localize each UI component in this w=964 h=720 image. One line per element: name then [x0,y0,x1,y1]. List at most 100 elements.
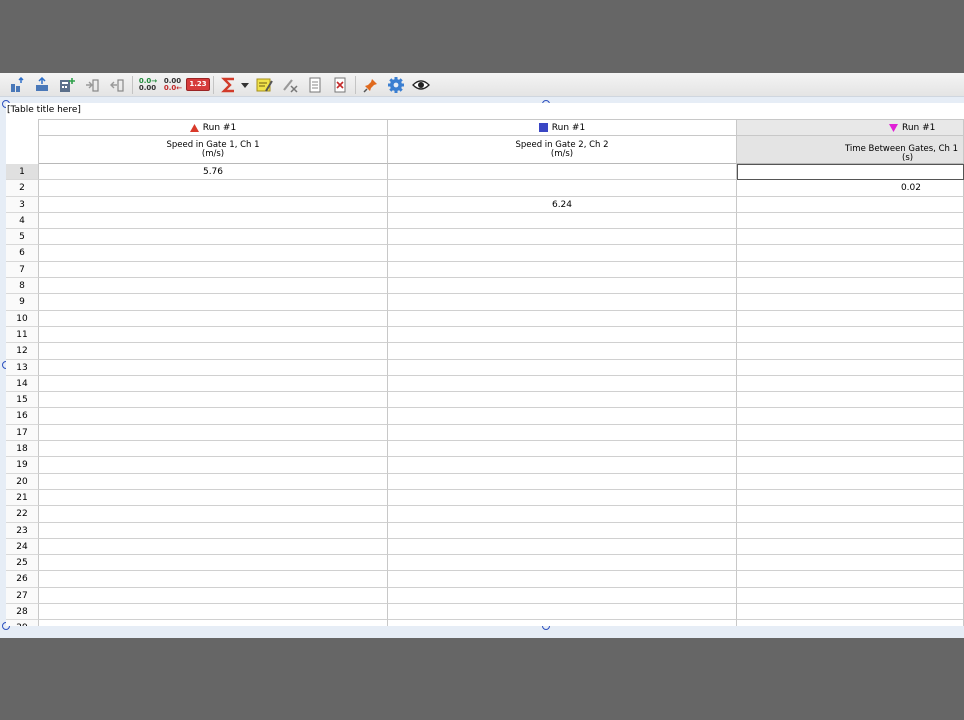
table-cell[interactable] [39,538,388,556]
table-cell[interactable] [39,506,388,523]
add-calculated-column-icon[interactable] [56,74,78,96]
row-number[interactable]: 3 [6,196,39,213]
table-cell[interactable] [39,424,388,442]
table-cell[interactable] [39,212,388,230]
table-cell[interactable] [737,278,964,295]
table-cell[interactable] [388,489,737,507]
table-cell[interactable] [388,359,737,376]
table-cell[interactable] [737,522,964,539]
row-number[interactable]: 21 [6,489,39,507]
table-cell[interactable] [39,294,388,311]
table-cell[interactable] [737,343,964,360]
table-cell[interactable] [737,457,964,474]
row-number[interactable]: 9 [6,294,39,311]
statistics-dropdown-icon[interactable] [239,74,251,96]
table-cell[interactable] [388,180,737,197]
row-number[interactable]: 27 [6,587,39,605]
decrease-decimals-icon[interactable]: 0.00 0.0← [162,74,184,96]
statistics-sigma-icon[interactable] [218,74,240,96]
table-cell[interactable] [39,473,388,490]
table-cell[interactable] [39,604,388,621]
table-cell[interactable] [737,212,964,230]
table-cell[interactable] [737,359,964,376]
table-cell[interactable] [737,375,964,393]
table-cell[interactable] [39,359,388,376]
data-table[interactable]: [Table title here] Run #1 Run #1 Run #1 [6,103,964,626]
table-cell[interactable] [388,375,737,393]
row-number[interactable]: 24 [6,538,39,556]
row-number[interactable]: 16 [6,408,39,425]
table-cell[interactable] [737,326,964,344]
row-number[interactable]: 8 [6,278,39,295]
table-cell[interactable] [388,538,737,556]
table-cell[interactable] [388,473,737,490]
row-number[interactable]: 25 [6,555,39,572]
row-number[interactable]: 7 [6,261,39,279]
row-number[interactable]: 22 [6,506,39,523]
table-cell[interactable] [39,343,388,360]
table-cell[interactable] [388,310,737,327]
table-cell[interactable] [388,604,737,621]
table-cell[interactable] [388,587,737,605]
table-cell[interactable] [388,278,737,295]
table-cell[interactable] [39,620,388,626]
table-cell[interactable] [39,457,388,474]
delete-rows-icon[interactable] [329,74,351,96]
table-cell[interactable] [39,441,388,458]
table-cell[interactable] [737,555,964,572]
table-cell[interactable] [737,489,964,507]
row-number[interactable]: 6 [6,245,39,262]
row-number[interactable]: 20 [6,473,39,490]
table-cell[interactable] [737,538,964,556]
table-cell[interactable] [39,587,388,605]
table-cell[interactable] [737,587,964,605]
row-number[interactable]: 12 [6,343,39,360]
annotate-icon[interactable] [254,74,276,96]
table-cell[interactable] [388,212,737,230]
table-cell[interactable] [388,424,737,442]
table-cell[interactable] [39,489,388,507]
table-cell[interactable] [39,229,388,246]
settings-gear-icon[interactable] [385,74,407,96]
increase-decimals-icon[interactable]: 0.0→ 0.00 [137,74,159,96]
table-cell[interactable] [737,424,964,442]
table-cell[interactable] [737,245,964,262]
insert-blank-icon[interactable] [304,74,326,96]
table-cell[interactable] [737,604,964,621]
table-cell[interactable] [737,441,964,458]
row-number[interactable]: 4 [6,212,39,230]
row-number[interactable]: 11 [6,326,39,344]
table-cell[interactable] [388,457,737,474]
table-cell[interactable] [737,620,964,626]
table-cell[interactable] [388,522,737,539]
row-number[interactable]: 26 [6,571,39,588]
table-cell[interactable] [39,555,388,572]
table-cell[interactable] [39,522,388,539]
table-cell[interactable] [388,326,737,344]
table-cell[interactable] [737,408,964,425]
row-number[interactable]: 10 [6,310,39,327]
table-cell[interactable] [737,164,964,181]
table-title[interactable]: [Table title here] [7,105,81,115]
table-cell[interactable]: 5.76 [39,164,388,181]
eye-icon[interactable] [410,74,432,96]
table-cell[interactable] [388,441,737,458]
clear-data-icon[interactable] [279,74,301,96]
table-cell[interactable] [737,261,964,279]
row-number[interactable]: 17 [6,424,39,442]
insert-column-right-icon[interactable] [81,74,103,96]
insert-row-below-icon[interactable] [31,74,53,96]
table-cell[interactable] [388,261,737,279]
table-cell[interactable] [388,343,737,360]
table-cell[interactable] [737,571,964,588]
table-cell[interactable] [737,310,964,327]
row-number[interactable]: 29 [6,620,39,626]
table-cell[interactable] [388,555,737,572]
table-cell[interactable] [388,392,737,409]
row-number[interactable]: 28 [6,604,39,621]
table-cell[interactable] [737,229,964,246]
table-cell[interactable] [388,294,737,311]
corner-cell[interactable] [6,119,39,136]
table-cell[interactable] [39,310,388,327]
table-cell[interactable] [39,245,388,262]
